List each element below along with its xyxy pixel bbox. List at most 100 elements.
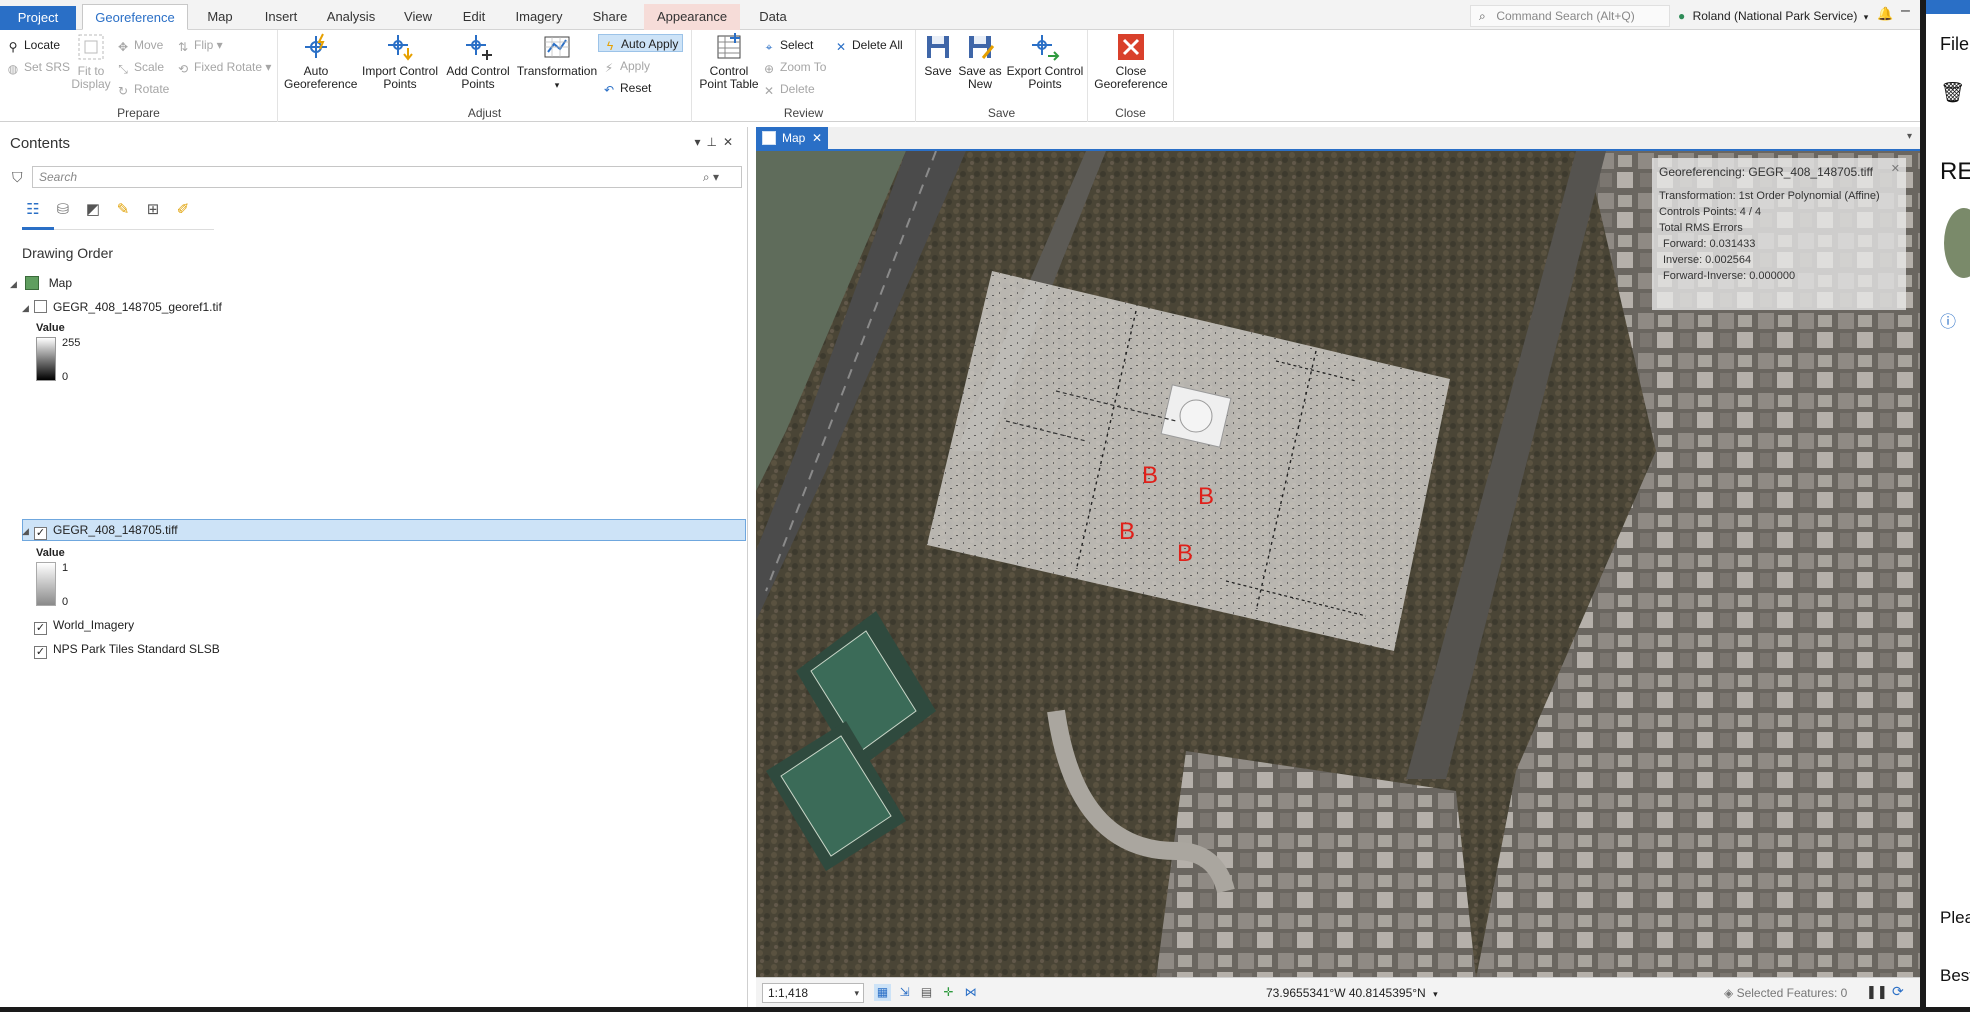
add-control-points-button[interactable]: Add Control Points <box>442 32 514 91</box>
close-icon[interactable]: ✕ <box>812 127 822 149</box>
fit-to-display-button[interactable]: Fit to Display <box>66 32 116 91</box>
pause-drawing-icon[interactable]: ❚❚ <box>1866 984 1888 1000</box>
contents-search-placeholder: Search <box>39 170 78 184</box>
layer-name: GEGR_408_148705_georef1.tif <box>53 300 222 314</box>
close-icon <box>1118 34 1144 60</box>
delete-all-button[interactable]: ✕ Delete All <box>834 36 903 54</box>
flip-button[interactable]: ⇅ Flip ▾ <box>176 36 223 54</box>
control-point-marker[interactable]: B <box>1177 540 1193 567</box>
correction-icon[interactable]: ⋈ <box>962 984 979 1001</box>
auto-georeference-button[interactable]: Auto Georeference <box>284 32 357 91</box>
export-control-points-button[interactable]: Export Control Points <box>1006 32 1084 91</box>
zoom-to-button[interactable]: ⊕ Zoom To <box>762 58 827 76</box>
layer-row[interactable]: ✓ World_Imagery <box>34 617 134 635</box>
filter-icon[interactable]: ⛉ <box>12 169 23 186</box>
list-by-drawing-order-icon[interactable]: ☷ <box>22 199 44 221</box>
transformation-button[interactable]: Transformation ▾ <box>514 32 600 92</box>
list-by-data-source-icon[interactable]: ⛁ <box>52 199 74 221</box>
tab-georeference[interactable]: Georeference <box>82 4 188 30</box>
minimize-icon[interactable]: – <box>1901 2 1910 20</box>
import-control-points-button[interactable]: Import Control Points <box>360 32 440 91</box>
layer-visibility-checkbox[interactable]: ✓ <box>34 622 47 635</box>
layer-row[interactable]: ◢ GEGR_408_148705_georef1.tif <box>22 299 222 316</box>
save-as-new-button[interactable]: Save as New <box>958 32 1002 91</box>
fixed-rotate-button[interactable]: ⟲ Fixed Rotate ▾ <box>176 58 271 76</box>
collapse-triangle-icon[interactable]: ◢ <box>10 276 22 292</box>
control-point-marker[interactable]: B <box>1142 462 1158 489</box>
control-point-marker[interactable]: B <box>1119 518 1135 545</box>
contents-search-input[interactable]: Search ⌕ ▾ <box>32 166 742 188</box>
constraints-icon[interactable]: ⇲ <box>896 984 913 1001</box>
tab-view[interactable]: View <box>396 4 440 30</box>
list-by-snapping-icon[interactable]: ⊞ <box>142 199 164 221</box>
tab-map-view[interactable]: Map ✕ <box>756 127 828 149</box>
layer-visibility-checkbox[interactable]: ✓ <box>34 646 47 659</box>
grayscale-ramp <box>36 562 56 606</box>
coordinate-readout[interactable]: 73.9655341°W 40.8145395°N ▾ <box>1266 986 1438 1000</box>
layer-name: World_Imagery <box>53 618 135 632</box>
user-account-menu[interactable]: ● Roland (National Park Service) ▾ <box>1678 5 1868 27</box>
list-by-selection-icon[interactable]: ◩ <box>82 199 104 221</box>
save-button[interactable]: Save <box>920 32 956 78</box>
command-search-input[interactable]: ⌕ Command Search (Alt+Q) <box>1470 5 1670 27</box>
scale-button[interactable]: ⤡ Scale <box>116 58 164 76</box>
info-icon[interactable]: ⓘ <box>1940 308 1956 332</box>
pin-icon[interactable]: ⊥ <box>706 135 722 149</box>
locate-button[interactable]: ⚲ Locate <box>6 36 60 54</box>
selection-icon: ◈ <box>1724 986 1734 1000</box>
tab-data[interactable]: Data <box>748 4 798 30</box>
snapping-icon[interactable]: ✛ <box>940 984 957 1001</box>
notifications-icon[interactable]: 🔔 <box>1877 6 1893 22</box>
contents-pane: Contents ▾⊥✕ ⛉ Search ⌕ ▾ ☷ ⛁ ◩ ✎ ⊞ ✐ Drawing… <box>0 127 748 1007</box>
tab-share[interactable]: Share <box>584 4 636 30</box>
collapse-triangle-icon[interactable]: ◢ <box>22 300 34 316</box>
legend-max: 255 <box>62 337 81 349</box>
set-srs-button[interactable]: ◍ Set SRS <box>6 58 70 76</box>
tab-project[interactable]: Project <box>0 6 76 30</box>
layer-visibility-checkbox[interactable] <box>34 300 47 313</box>
group-review: Control Point Table ⌖ Select ⊕ Zoom To ✕ De… <box>692 30 916 122</box>
trash-icon[interactable]: 🗑 <box>1940 80 1965 105</box>
tree-map-node[interactable]: ◢ Map <box>10 275 72 292</box>
scale-select[interactable]: 1:1,418 ▾ <box>762 983 864 1003</box>
close-icon[interactable]: ✕ <box>1891 162 1900 175</box>
rotate-button[interactable]: ↻ Rotate <box>116 80 169 98</box>
refresh-icon[interactable]: ⟳ <box>1892 983 1904 1000</box>
search-icon[interactable]: ⌕ ▾ <box>703 167 719 187</box>
layer-row[interactable]: ✓ NPS Park Tiles Standard SLSB <box>34 641 220 659</box>
close-icon[interactable]: ✕ <box>723 135 739 149</box>
pane-menu-icon[interactable]: ▾ <box>694 135 706 149</box>
layer-visibility-checkbox[interactable]: ✓ <box>34 527 47 540</box>
grid-toggle-icon[interactable]: ▦ <box>874 984 891 1001</box>
legend-min: 0 <box>62 596 69 608</box>
list-by-labeling-icon[interactable]: ✐ <box>172 199 194 221</box>
group-adjust: Auto Georeference Import Control Points … <box>278 30 692 122</box>
tab-map[interactable]: Map <box>196 4 244 30</box>
move-button[interactable]: ✥ Move <box>116 36 163 54</box>
reset-button[interactable]: ↶ Reset <box>602 79 651 97</box>
chevron-down-icon[interactable]: ▾ <box>1907 131 1912 142</box>
contents-title: Contents <box>10 135 71 152</box>
control-point-marker[interactable]: B <box>1198 483 1214 510</box>
info-inverse: Inverse: 0.002564 <box>1663 254 1752 266</box>
active-view-indicator <box>22 227 54 230</box>
transformation-icon <box>544 36 570 58</box>
collapse-triangle-icon[interactable]: ◢ <box>22 523 34 539</box>
auto-apply-toggle[interactable]: ϟ Auto Apply <box>598 34 684 53</box>
tab-appearance[interactable]: Appearance <box>644 4 740 30</box>
tab-insert[interactable]: Insert <box>254 4 308 30</box>
list-by-editing-icon[interactable]: ✎ <box>112 199 134 221</box>
tab-imagery[interactable]: Imagery <box>506 4 572 30</box>
tab-analysis[interactable]: Analysis <box>318 4 384 30</box>
delete-button[interactable]: ✕ Delete <box>762 80 815 98</box>
legend-title: Value <box>36 547 65 559</box>
table-grid-icon[interactable]: ▤ <box>918 984 935 1001</box>
apply-button[interactable]: ⚡ Apply <box>602 57 650 75</box>
search-icon: ⌕ <box>1479 9 1486 23</box>
import-control-points-icon <box>388 35 413 61</box>
layer-row[interactable]: ◢ ✓ GEGR_408_148705.tiff <box>22 522 178 540</box>
close-georeference-button[interactable]: Close Georeference <box>1092 32 1170 91</box>
select-button[interactable]: ⌖ Select <box>762 36 814 54</box>
control-point-table-button[interactable]: Control Point Table <box>696 32 762 91</box>
tab-edit[interactable]: Edit <box>452 4 496 30</box>
